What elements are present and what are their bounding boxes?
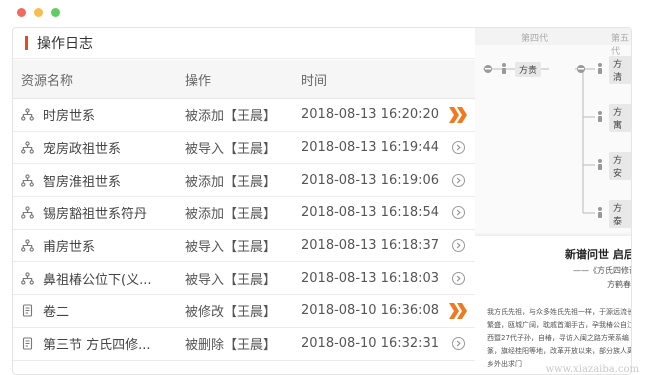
operation-log-card: 操作日志 资源名称 操作 时间 时房世系 被添加【王晨】 2018-08-13 16… <box>12 27 632 375</box>
table-row[interactable]: 时房世系 被添加【王晨】 2018-08-13 16:20:20 <box>13 99 475 132</box>
time-cell: 2018-08-13 16:19:06 <box>301 172 440 188</box>
panel-header: 操作日志 <box>13 28 475 59</box>
time-cell: 2018-08-13 16:18:54 <box>301 205 440 221</box>
window-titlebar <box>0 0 645 26</box>
log-table: 资源名称 操作 时间 时房世系 被添加【王晨】 2018-08-13 16:20:2… <box>13 60 475 361</box>
panel-title: 操作日志 <box>37 36 93 52</box>
resource-name: 第三节 方氏四修... <box>43 338 151 354</box>
chevron-right-circle-icon[interactable] <box>441 239 475 253</box>
table-row[interactable]: 甫房世系 被导入【王晨】 2018-08-13 16:18:37 <box>13 230 475 263</box>
resource-name: 智房淮祖世系 <box>43 174 122 190</box>
double-chevron-right-icon[interactable] <box>441 106 475 124</box>
operation-cell: 被修改【王晨】 <box>185 305 277 321</box>
chevron-right-circle-icon[interactable] <box>441 337 475 351</box>
chevron-right-circle-icon[interactable] <box>441 271 475 285</box>
tree-node[interactable]: 方泰 <box>609 199 631 228</box>
tree-node[interactable]: 方贵 <box>515 62 542 77</box>
tree-icon <box>21 141 34 154</box>
tree-node[interactable]: 方清 <box>609 55 631 84</box>
table-row[interactable]: 锡房豁祖世系符丹 被添加【王晨】 2018-08-13 16:18:54 <box>13 197 475 230</box>
close-window-button[interactable] <box>17 8 26 17</box>
node-label: 方贵 <box>515 62 542 77</box>
tree-icon <box>21 239 34 252</box>
operation-cell: 被导入【王晨】 <box>185 142 277 158</box>
name-cell: 锡房豁祖世系符丹 <box>13 203 185 222</box>
document-subtitle: ——《方氏四修谱》 <box>573 266 631 275</box>
document-author: 方鹤春 <box>607 280 631 289</box>
document-text: 我方氏先祖，与众多姓氏先祖一样，于源远流长繁盛，瓯城广阔，耽戚首潮手古，孕我椿公… <box>487 308 632 368</box>
resource-name: 鼻祖椿公位下(义... <box>43 272 152 288</box>
time-cell: 2018-08-13 16:20:20 <box>301 107 440 123</box>
document-icon <box>21 304 34 318</box>
resource-name: 甫房世系 <box>43 240 96 256</box>
node-label: 方寓 <box>609 103 631 132</box>
table-row[interactable]: 宠房政祖世系 被导入【王晨】 2018-08-13 16:19:44 <box>13 132 475 165</box>
maximize-window-button[interactable] <box>51 8 60 17</box>
table-header: 资源名称 操作 时间 <box>13 60 475 99</box>
document-icon <box>21 337 34 350</box>
node-label: 方泰 <box>609 199 631 228</box>
table-row[interactable]: 卷二 被修改【王晨】 2018-08-10 16:36:08 <box>13 295 475 328</box>
name-cell: 鼻祖椿公位下(义... <box>13 269 185 288</box>
document-preview: 新谱问世 启后 ——《方氏四修谱》 方鹤春 我方氏先祖，与众多姓氏先祖一样，于源… <box>475 236 632 374</box>
operation-cell: 被添加【王晨】 <box>185 207 277 223</box>
time-cell: 2018-08-10 16:36:08 <box>301 303 440 319</box>
table-row[interactable]: 第三节 方氏四修... 被删除【王晨】 2018-08-10 16:32:31 <box>13 328 475 361</box>
preview-pane: 第四代 第五代 方贵 方清 方寓 方安 方泰 新谱问世 启后 ——《方氏四修 方… <box>475 28 632 374</box>
tree-node[interactable]: 方安 <box>609 151 631 180</box>
node-label: 方清 <box>609 55 631 84</box>
time-cell: 2018-08-10 16:32:31 <box>301 336 440 352</box>
double-chevron-right-icon[interactable] <box>441 302 475 320</box>
generation-label: 第四代 <box>521 34 549 44</box>
table-body: 时房世系 被添加【王晨】 2018-08-13 16:20:20 宠房政祖世系 被导入【… <box>13 99 475 361</box>
name-cell: 卷二 <box>13 301 185 320</box>
chevron-right-circle-icon[interactable] <box>441 141 475 155</box>
time-cell: 2018-08-13 16:18:37 <box>301 238 440 254</box>
operation-cell: 被添加【王晨】 <box>185 109 277 125</box>
resource-name: 宠房政祖世系 <box>43 142 122 158</box>
name-cell: 时房世系 <box>13 105 185 124</box>
generation-header: 第四代 第五代 <box>475 28 631 57</box>
resource-name: 时房世系 <box>43 109 96 125</box>
header-operation: 操作 <box>185 73 212 89</box>
document-title: 新谱问世 启后 <box>565 248 632 261</box>
minimize-window-button[interactable] <box>34 8 43 17</box>
chevron-right-circle-icon[interactable] <box>441 173 475 187</box>
name-cell: 甫房世系 <box>13 236 185 255</box>
table-row[interactable]: 智房淮祖世系 被添加【王晨】 2018-08-13 16:19:06 <box>13 164 475 198</box>
watermark: www.xiazaiba.com <box>545 364 639 375</box>
tree-node[interactable]: 方寓 <box>609 103 631 132</box>
header-name: 资源名称 <box>21 73 74 89</box>
chevron-right-circle-icon[interactable] <box>441 206 475 220</box>
title-accent-bar <box>25 36 28 50</box>
resource-name: 锡房豁祖世系符丹 <box>43 207 148 223</box>
operation-cell: 被添加【王晨】 <box>185 174 277 190</box>
operation-cell: 被导入【王晨】 <box>185 272 277 288</box>
header-time: 时间 <box>301 73 328 89</box>
time-cell: 2018-08-13 16:18:03 <box>301 270 440 286</box>
table-row[interactable]: 鼻祖椿公位下(义... 被导入【王晨】 2018-08-13 16:18:03 <box>13 262 475 296</box>
node-label: 方安 <box>609 151 631 180</box>
operation-cell: 被导入【王晨】 <box>185 240 277 256</box>
tree-icon <box>21 206 34 220</box>
resource-name: 卷二 <box>43 305 70 321</box>
name-cell: 宠房政祖世系 <box>13 138 185 157</box>
tree-icon <box>21 174 34 187</box>
name-cell: 第三节 方氏四修... <box>13 334 185 353</box>
time-cell: 2018-08-13 16:19:44 <box>301 140 440 156</box>
tree-icon <box>21 108 34 121</box>
name-cell: 智房淮祖世系 <box>13 171 185 190</box>
tree-icon <box>21 272 34 285</box>
operation-cell: 被删除【王晨】 <box>185 338 277 354</box>
